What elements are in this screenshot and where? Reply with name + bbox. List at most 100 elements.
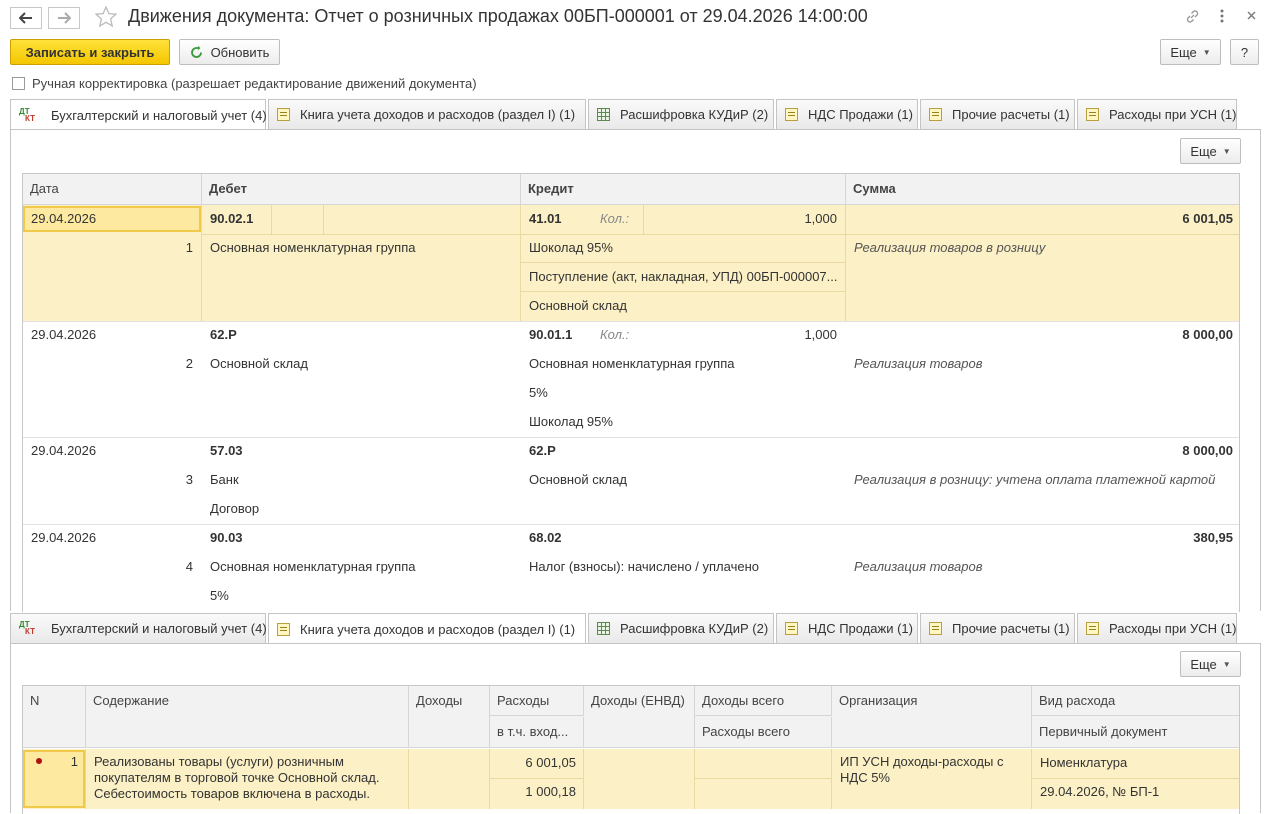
col-date[interactable]: Дата (23, 174, 202, 204)
row2-sum: 8 000,00 (1182, 327, 1233, 342)
col-expenses[interactable]: Расходы (490, 686, 584, 716)
row1-debit-account: 90.02.1 (210, 211, 254, 226)
window-title: Движения документа: Отчет о розничных пр… (128, 6, 868, 26)
tab-vat-sales[interactable]: НДС Продажи (1) (776, 99, 918, 129)
row4-sum: 380,95 (1193, 530, 1233, 545)
tab-accounting[interactable]: ДТ КТ Бухгалтерский и налоговый учет (4) (10, 99, 267, 130)
col-credit[interactable]: Кредит (521, 174, 846, 204)
row3-debit-account: 57.03 (210, 443, 243, 458)
arrow-right-icon (58, 12, 71, 24)
col-primary-doc[interactable]: Первичный документ (1032, 717, 1239, 748)
close-button[interactable] (1246, 9, 1257, 24)
row2-credit-line-2: 5% (529, 385, 548, 400)
dt-kt-icon: ДТ КТ (19, 106, 35, 123)
book-icon (277, 622, 290, 636)
top-more-label: Еще (1190, 143, 1217, 159)
kudir-row1-org-2: НДС 5% (840, 770, 890, 785)
manual-correction-checkbox[interactable] (12, 77, 25, 90)
row2-num: 2 (185, 356, 193, 371)
forward-button[interactable] (48, 7, 80, 29)
bottom-tab-accounting-label: Бухгалтерский и налоговый учет (4) (51, 621, 267, 636)
grid-icon (597, 622, 610, 635)
col-income-envd[interactable]: Доходы (ЕНВД) (584, 686, 695, 748)
back-button[interactable] (10, 7, 42, 29)
row2-credit-line-1: Основная номенклатурная группа (529, 356, 735, 371)
book-icon (785, 108, 798, 121)
favorite-button[interactable] (94, 5, 118, 32)
more-vertical-icon (1220, 9, 1224, 23)
row1-num: 1 (185, 240, 193, 255)
close-icon (1247, 11, 1256, 20)
bottom-tab-other-settlements[interactable]: Прочие расчеты (1) (920, 613, 1075, 643)
col-expenses-total[interactable]: Расходы всего (695, 717, 832, 748)
col-content[interactable]: Содержание (86, 686, 409, 748)
book-icon (929, 622, 942, 635)
tab-kudir-details[interactable]: Расшифровка КУДиР (2) (588, 99, 774, 129)
tab-usn-expenses[interactable]: Расходы при УСН (1) (1077, 99, 1237, 129)
tab-kudir-label: Книга учета доходов и расходов (раздел I… (300, 107, 576, 122)
bottom-tab-vat-sales-label: НДС Продажи (1) (808, 621, 913, 636)
bottom-tab-kudir-details[interactable]: Расшифровка КУДиР (2) (588, 613, 774, 643)
row3-date: 29.04.2026 (31, 443, 97, 458)
manual-correction-label: Ручная корректировка (разрешает редактир… (32, 76, 477, 91)
kudir-grid: N Содержание Доходы Расходы в т.ч. вход.… (22, 685, 1240, 814)
refresh-button[interactable]: Обновить (179, 39, 280, 65)
row3-debit-line-2: Договор (210, 501, 260, 516)
col-organization[interactable]: Организация (832, 686, 1032, 748)
row4-date: 29.04.2026 (31, 530, 97, 545)
row3-num: 3 (185, 472, 193, 487)
tab-other-settlements-label: Прочие расчеты (1) (952, 107, 1070, 122)
save-close-button[interactable]: Записать и закрыть (10, 39, 170, 65)
row4-credit-line-1: Налог (взносы): начислено / уплачено (529, 559, 759, 574)
col-expense-type[interactable]: Вид расхода (1032, 686, 1239, 716)
help-button[interactable]: ? (1230, 39, 1259, 65)
row1-description: Реализация товаров в розницу (854, 240, 1046, 255)
accounting-panel: Еще ▼ Дата Дебет Кредит Сумма 29.04.2026… (10, 129, 1261, 612)
row4-debit-line-2: 5% (210, 588, 229, 603)
row2-credit-account: 90.01.1 (529, 327, 573, 342)
col-income[interactable]: Доходы (409, 686, 490, 748)
kudir-row1-expenses: 6 001,05 (525, 755, 576, 770)
kudir-row1-expense-type: Номенклатура (1040, 755, 1128, 770)
col-expenses-incl[interactable]: в т.ч. вход... (490, 717, 584, 748)
bottom-more-button[interactable]: Еще ▼ (1180, 651, 1241, 677)
row3-credit-account: 62.Р (529, 443, 556, 458)
row1-credit-line-1: Шоколад 95% (529, 240, 613, 255)
row2-debit-line-1: Основной склад (210, 356, 308, 371)
bottom-tab-usn-expenses-label: Расходы при УСН (1) (1109, 621, 1237, 636)
accounting-grid: Дата Дебет Кредит Сумма 29.04.2026 1 90.… (22, 173, 1240, 612)
row2-date: 29.04.2026 (31, 327, 97, 342)
row3-debit-line-1: Банк (210, 472, 239, 487)
row2-description: Реализация товаров (854, 356, 983, 371)
kudir-grid-header: N Содержание Доходы Расходы в т.ч. вход.… (23, 686, 1239, 748)
bottom-tab-accounting[interactable]: ДТ КТ Бухгалтерский и налоговый учет (4) (10, 613, 267, 643)
more-vertical-button[interactable] (1219, 8, 1227, 24)
more-button[interactable]: Еще ▼ (1160, 39, 1221, 65)
bottom-tab-kudir[interactable]: Книга учета доходов и расходов (раздел I… (268, 613, 586, 644)
tab-usn-expenses-label: Расходы при УСН (1) (1109, 107, 1237, 122)
col-debit[interactable]: Дебет (202, 174, 521, 204)
bottom-tab-usn-expenses[interactable]: Расходы при УСН (1) (1077, 613, 1237, 643)
top-more-button[interactable]: Еще ▼ (1180, 138, 1241, 164)
chevron-down-icon: ▼ (1202, 47, 1211, 57)
tab-accounting-label: Бухгалтерский и налоговый учет (4) (51, 107, 267, 123)
row1-debit-line-1: Основная номенклатурная группа (210, 240, 416, 255)
book-icon (929, 108, 942, 121)
col-income-total[interactable]: Доходы всего (695, 686, 832, 716)
kudir-row1-expenses-incl: 1 000,18 (525, 784, 576, 799)
tab-other-settlements[interactable]: Прочие расчеты (1) (920, 99, 1075, 129)
tab-kudir-details-label: Расшифровка КУДиР (2) (620, 107, 769, 122)
col-sum[interactable]: Сумма (846, 174, 1239, 204)
chevron-down-icon: ▼ (1222, 146, 1231, 156)
row4-description: Реализация товаров (854, 559, 983, 574)
refresh-icon (190, 45, 202, 58)
col-n[interactable]: N (23, 686, 86, 748)
tab-kudir[interactable]: Книга учета доходов и расходов (раздел I… (268, 99, 586, 129)
row1-qty-label: Кол.: (600, 211, 630, 226)
bottom-tab-vat-sales[interactable]: НДС Продажи (1) (776, 613, 918, 643)
arrow-left-icon (19, 12, 32, 24)
chevron-down-icon: ▼ (1222, 659, 1231, 669)
bottom-tab-kudir-label: Книга учета доходов и расходов (раздел I… (300, 621, 576, 637)
book-icon (785, 622, 798, 635)
link-button[interactable] (1184, 8, 1201, 28)
